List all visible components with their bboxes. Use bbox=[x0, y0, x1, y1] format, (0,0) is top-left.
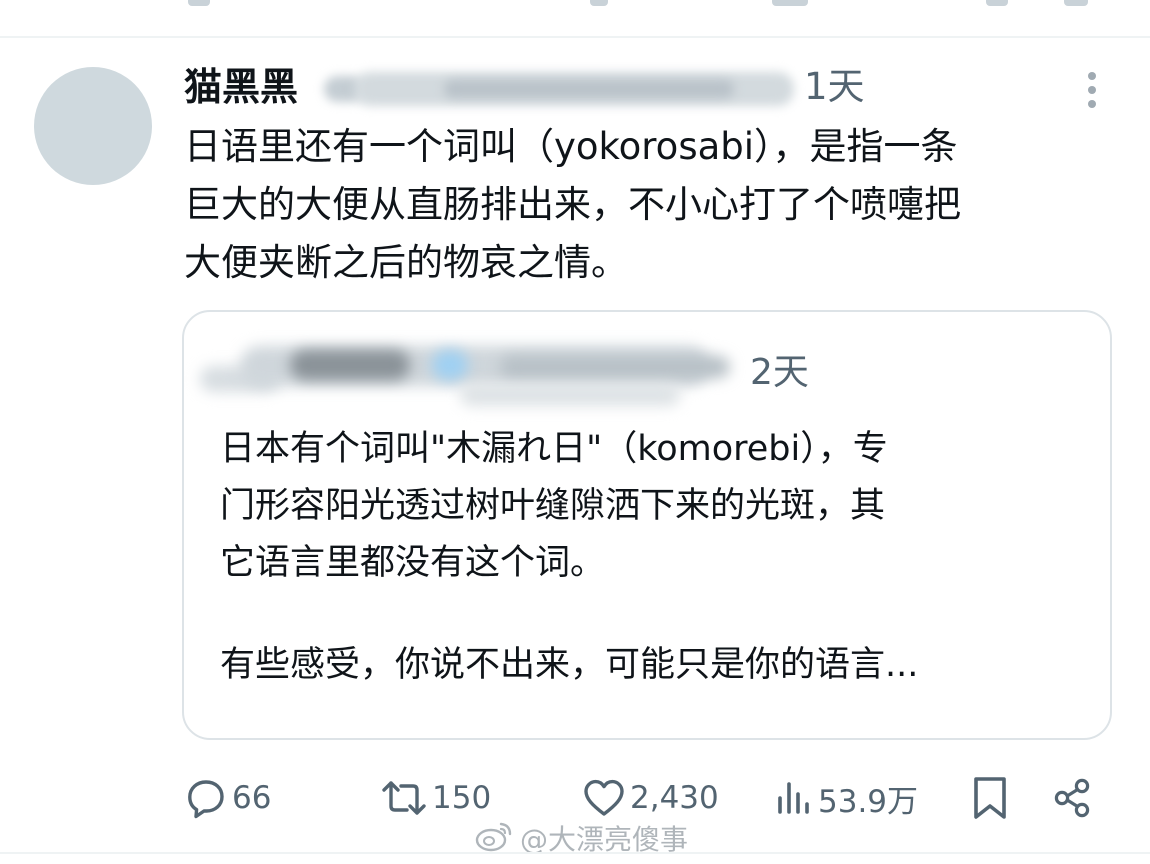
repost-icon bbox=[380, 776, 428, 820]
bookmark-button[interactable] bbox=[970, 772, 1010, 824]
quoted-author-blurred bbox=[200, 336, 760, 416]
tweet-text-line: 巨大的大便从直肠排出来，不小心打了个喷嚏把 bbox=[184, 183, 961, 226]
quoted-text-line: 门形容阳光透过树叶缝隙洒下来的光斑，其 bbox=[220, 486, 886, 526]
like-count: 2,430 bbox=[630, 780, 719, 816]
reply-icon bbox=[184, 776, 228, 820]
divider bbox=[0, 36, 1150, 38]
quoted-tweet-text: 日本有个词叫"木漏れ日"（komorebi），专 门形容阳光透过树叶缝隙洒下来的… bbox=[220, 421, 1090, 694]
quoted-text-line: 有些感受，你说不出来，可能只是你的语言... bbox=[220, 645, 919, 685]
share-button[interactable] bbox=[1052, 772, 1092, 824]
reply-count: 66 bbox=[232, 780, 272, 816]
avatar[interactable] bbox=[34, 67, 152, 185]
views-button[interactable]: 53.9万 bbox=[774, 772, 918, 824]
tweet-header: 猫黑黑 1天 bbox=[184, 62, 1084, 112]
tweet-text-line: 日语里还有一个词叫（yokorosabi），是指一条 bbox=[184, 125, 958, 168]
author-handle-blurred bbox=[324, 72, 804, 106]
author-display-name[interactable]: 猫黑黑 bbox=[184, 62, 298, 112]
repost-count: 150 bbox=[432, 780, 492, 816]
more-options-button[interactable] bbox=[1072, 70, 1112, 110]
quoted-text-line: 它语言里都没有这个词。 bbox=[220, 543, 606, 583]
previous-tweet-action-bar bbox=[0, 0, 1150, 36]
views-chart-icon bbox=[774, 776, 814, 820]
tweet-text-line: 大便夹断之后的物哀之情。 bbox=[184, 241, 628, 284]
reply-button[interactable]: 66 bbox=[184, 772, 271, 824]
quoted-text-line: 日本有个词叫"木漏れ日"（komorebi），专 bbox=[220, 429, 888, 469]
tweet-timestamp[interactable]: 1天 bbox=[804, 62, 865, 112]
previous-bookmark-icon-fragment bbox=[986, 0, 1008, 6]
bookmark-icon bbox=[970, 775, 1010, 821]
share-icon bbox=[1052, 776, 1092, 820]
previous-repost-icon-fragment bbox=[590, 0, 608, 6]
tweet-text: 日语里还有一个词叫（yokorosabi），是指一条 巨大的大便从直肠排出来，不… bbox=[184, 118, 1104, 292]
divider bbox=[0, 852, 1150, 854]
quoted-tweet-timestamp[interactable]: 2天 bbox=[750, 348, 809, 398]
previous-share-icon-fragment bbox=[1064, 0, 1088, 6]
previous-views-icon-fragment bbox=[772, 0, 808, 6]
view-count: 53.9万 bbox=[818, 783, 919, 820]
previous-reply-icon-fragment bbox=[188, 0, 210, 6]
heart-icon bbox=[582, 776, 626, 820]
